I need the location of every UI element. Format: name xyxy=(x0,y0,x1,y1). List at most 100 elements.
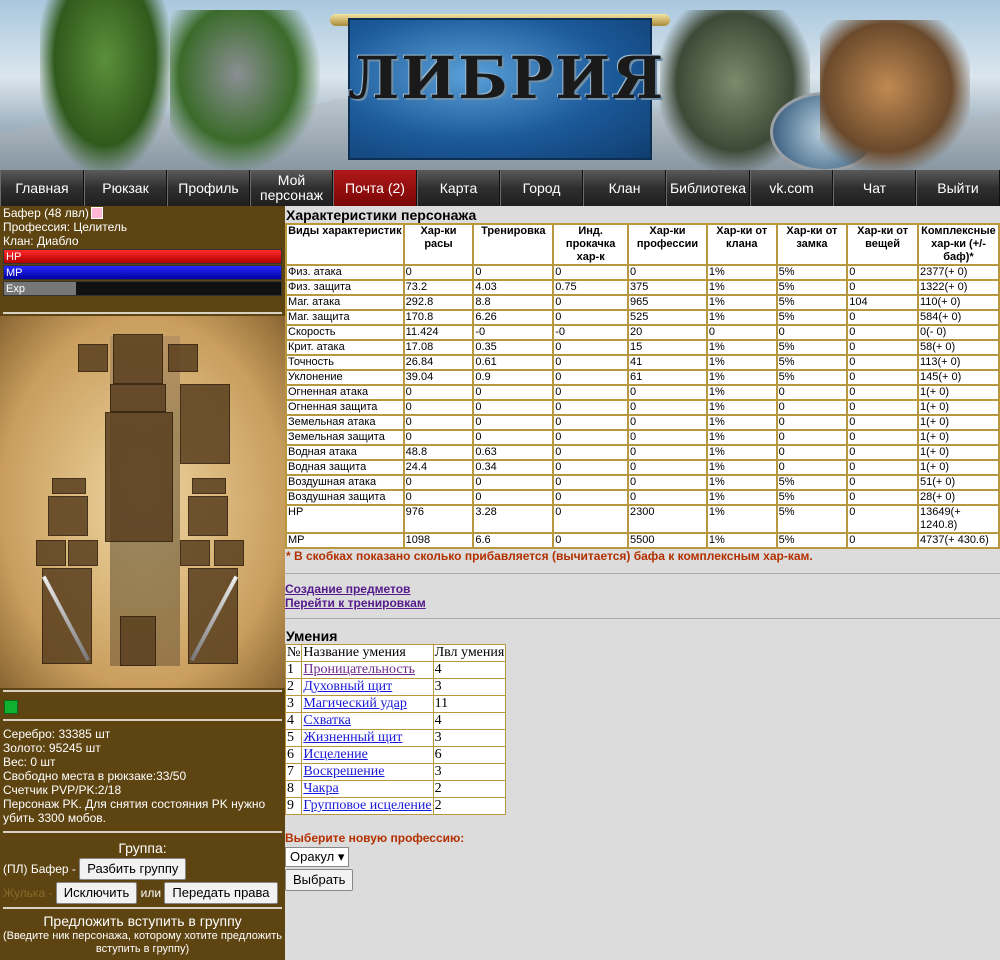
stat-value-cell: 0 xyxy=(552,399,630,416)
skill-link[interactable]: Проницательность xyxy=(303,662,415,677)
kick-member-button[interactable]: Исключить xyxy=(55,882,138,904)
stats-row: Крит. атака 17.08 0.35 0 15 1% 5% 0 58(+ 0) xyxy=(285,339,1000,356)
stat-value-cell: 58(+ 0) xyxy=(916,339,1000,356)
slot-bracer-right[interactable] xyxy=(192,478,226,494)
stat-value-cell: 17.08 xyxy=(402,339,475,356)
skill-row: 1 Проницательность 4 xyxy=(284,661,507,679)
stat-value-cell: 5500 xyxy=(627,532,708,549)
skill-link[interactable]: Магический удар xyxy=(303,696,406,711)
stats-header: Инд. прокачка хар-к xyxy=(552,223,630,266)
resources-block: Серебро: 33385 шт Золото: 95245 шт Вес: … xyxy=(0,727,285,825)
stat-value-cell: 0 xyxy=(552,459,630,476)
stat-value-cell: 8.8 xyxy=(472,294,555,311)
skill-level: 3 xyxy=(432,763,507,781)
stat-name-cell: Огненная атака xyxy=(285,384,405,401)
stat-value-cell: 0 xyxy=(402,399,475,416)
nav-city[interactable]: Город xyxy=(500,170,583,206)
stats-row: Скорость 11.424 -0 -0 20 0 0 0 0(- 0) xyxy=(285,324,1000,341)
stats-row: Физ. защита 73.2 4.03 0.75 375 1% 5% 0 1322(+ 0) xyxy=(285,279,1000,296)
slot-helmet[interactable] xyxy=(113,334,163,384)
skill-number: 7 xyxy=(284,763,303,781)
slot-earring-right[interactable] xyxy=(168,344,198,372)
slot-armor[interactable] xyxy=(105,412,173,542)
stat-value-cell: 0.34 xyxy=(472,459,555,476)
nav-my-character[interactable]: Мой персонаж xyxy=(250,170,333,206)
split-group-button[interactable]: Разбить группу xyxy=(79,858,187,880)
character-name: Бафер (48 лвл) xyxy=(3,206,89,220)
nav-profile[interactable]: Профиль xyxy=(167,170,250,206)
nav-library[interactable]: Библиотека xyxy=(666,170,750,206)
create-items-link[interactable]: Создание предметов xyxy=(285,582,1000,596)
skill-link[interactable]: Групповое исцеление xyxy=(303,798,431,813)
nav-mail[interactable]: Почта (2) xyxy=(333,170,417,206)
slot-cloak[interactable] xyxy=(180,384,230,464)
nav-vk[interactable]: vk.com xyxy=(750,170,833,206)
invite-block: Предложить вступить в группу (Введите ни… xyxy=(0,913,285,956)
stat-value-cell: 28(+ 0) xyxy=(916,489,1000,506)
stat-value-cell: 0 xyxy=(846,474,919,491)
skill-link[interactable]: Жизненный щит xyxy=(303,730,402,745)
slot-gloves[interactable] xyxy=(48,496,88,536)
stat-value-cell: 3.28 xyxy=(472,504,555,534)
slot-necklace[interactable] xyxy=(110,384,166,412)
links-block: Создание предметов Перейти к тренировкам xyxy=(285,582,1000,610)
skills-title: Умения xyxy=(286,628,338,644)
transfer-leadership-button[interactable]: Передать права xyxy=(164,882,278,904)
stat-value-cell: -0 xyxy=(552,324,630,341)
stat-value-cell: 0 xyxy=(846,429,919,446)
skill-level: 4 xyxy=(432,712,507,730)
skill-link[interactable]: Духовный щит xyxy=(303,679,392,694)
skill-name-cell: Схватка xyxy=(301,712,434,730)
slot-ring-2[interactable] xyxy=(68,540,98,566)
stat-value-cell: 0(- 0) xyxy=(916,324,1000,341)
nav-backpack[interactable]: Рюкзак xyxy=(84,170,167,206)
stat-value-cell: 5% xyxy=(775,504,849,534)
dwarf-illustration xyxy=(820,20,970,170)
stat-value-cell: 0 xyxy=(552,339,630,356)
skill-link[interactable]: Исцеление xyxy=(303,747,367,762)
stat-value-cell: 1% xyxy=(705,294,778,311)
stat-value-cell: 0.35 xyxy=(472,339,555,356)
profession-select-row: Оракул ▾ xyxy=(285,847,1000,867)
skill-link[interactable]: Схватка xyxy=(303,713,351,728)
nav-chat[interactable]: Чат xyxy=(833,170,916,206)
slot-ring-1[interactable] xyxy=(36,540,66,566)
skill-row: 3 Магический удар 11 xyxy=(284,695,507,713)
divider xyxy=(3,831,282,833)
stat-name-cell: Крит. атака xyxy=(285,339,405,356)
slot-ring-3[interactable] xyxy=(180,540,210,566)
stat-name-cell: Физ. атака xyxy=(285,264,405,281)
skill-link[interactable]: Чакра xyxy=(303,781,338,796)
stat-name-cell: Воздушная защита xyxy=(285,489,405,506)
slot-shield[interactable] xyxy=(188,496,228,536)
nav-map[interactable]: Карта xyxy=(417,170,500,206)
skill-link[interactable]: Воскрешение xyxy=(303,764,384,779)
stat-value-cell: 0 xyxy=(627,384,708,401)
stat-value-cell: 1(+ 0) xyxy=(916,384,1000,401)
pvp-counter: Счетчик PVP/PK:2/18 xyxy=(3,783,122,797)
slot-boots[interactable] xyxy=(120,616,156,666)
skill-number: 3 xyxy=(284,695,303,713)
stat-value-cell: 20 xyxy=(627,324,708,341)
stat-value-cell: 0 xyxy=(775,324,849,341)
stat-value-cell: 0 xyxy=(552,309,630,326)
stats-body: Физ. атака 0 0 0 0 1% 5% 0 2377(+ 0) Физ. защита 7… xyxy=(285,264,1000,549)
stat-value-cell: 39.04 xyxy=(402,369,475,386)
profession-select[interactable]: Оракул ▾ xyxy=(285,847,350,867)
training-link[interactable]: Перейти к тренировкам xyxy=(285,596,1000,610)
nav-clan[interactable]: Клан xyxy=(583,170,666,206)
stats-row: Уклонение 39.04 0.9 0 61 1% 5% 0 145(+ 0) xyxy=(285,369,1000,386)
slot-earring-left[interactable] xyxy=(78,344,108,372)
nav-home[interactable]: Главная xyxy=(0,170,84,206)
stat-value-cell: 0 xyxy=(472,264,555,281)
slot-ring-4[interactable] xyxy=(214,540,244,566)
character-profession: Профессия: Целитель xyxy=(3,220,128,234)
stat-value-cell: 0.61 xyxy=(472,354,555,371)
slot-bracer-left[interactable] xyxy=(52,478,86,494)
stat-value-cell: 1% xyxy=(705,444,778,461)
choose-profession-button[interactable]: Выбрать xyxy=(285,869,354,891)
nav-logout[interactable]: Выйти xyxy=(916,170,1000,206)
stat-value-cell: 0 xyxy=(775,414,849,431)
group-leader-row: (ПЛ) Бафер - Разбить группу xyxy=(0,856,285,882)
stats-header: Хар-ки от замка xyxy=(775,223,849,266)
